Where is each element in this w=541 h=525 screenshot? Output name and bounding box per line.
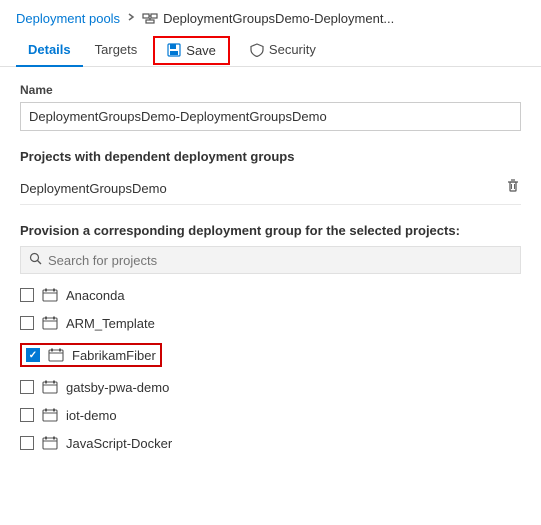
project-item: FabrikamFiber — [20, 340, 521, 370]
save-icon — [167, 43, 181, 57]
tab-bar: Details Targets Save Security — [0, 34, 541, 67]
breadcrumb: Deployment pools DeploymentGroupsDemo-De… — [0, 0, 541, 34]
delete-dependent-button[interactable] — [505, 178, 521, 198]
save-label: Save — [186, 43, 216, 58]
tab-details[interactable]: Details — [16, 34, 83, 67]
breadcrumb-current: DeploymentGroupsDemo-Deployment... — [142, 10, 394, 26]
project-list: Anaconda ARM_Template FabrikamFiber — [20, 284, 521, 454]
name-input[interactable] — [20, 102, 521, 131]
project-checkbox-1[interactable] — [20, 316, 34, 330]
search-box — [20, 246, 521, 274]
breadcrumb-current-label: DeploymentGroupsDemo-Deployment... — [163, 11, 394, 26]
breadcrumb-link[interactable]: Deployment pools — [16, 11, 120, 26]
project-checkbox-5[interactable] — [20, 436, 34, 450]
project-checkbox-0[interactable] — [20, 288, 34, 302]
project-icon-0 — [42, 287, 58, 303]
project-name-1: ARM_Template — [66, 316, 155, 331]
project-name-2: FabrikamFiber — [72, 348, 156, 363]
dependent-project-name: DeploymentGroupsDemo — [20, 181, 167, 196]
security-label: Security — [269, 42, 316, 57]
project-checkbox-4[interactable] — [20, 408, 34, 422]
main-content: Name Projects with dependent deployment … — [0, 67, 541, 470]
project-name-3: gatsby-pwa-demo — [66, 380, 169, 395]
project-icon-1 — [42, 315, 58, 331]
dependent-section-title: Projects with dependent deployment group… — [20, 149, 521, 164]
provision-label: Provision a corresponding deployment gro… — [20, 223, 521, 238]
project-icon-3 — [42, 379, 58, 395]
project-checkbox-3[interactable] — [20, 380, 34, 394]
project-checkbox-2[interactable] — [26, 348, 40, 362]
search-icon — [29, 252, 42, 268]
project-name-4: iot-demo — [66, 408, 117, 423]
project-name-5: JavaScript-Docker — [66, 436, 172, 451]
tab-security[interactable]: Security — [238, 34, 328, 67]
project-icon-4 — [42, 407, 58, 423]
project-item: iot-demo — [20, 404, 521, 426]
name-label: Name — [20, 83, 521, 97]
pool-icon — [142, 10, 158, 26]
project-item: JavaScript-Docker — [20, 432, 521, 454]
dependent-project-row: DeploymentGroupsDemo — [20, 172, 521, 205]
project-icon-5 — [42, 435, 58, 451]
tab-targets[interactable]: Targets — [83, 34, 150, 67]
project-item: Anaconda — [20, 284, 521, 306]
project-icon-2 — [48, 347, 64, 363]
search-input[interactable] — [48, 253, 512, 268]
save-button[interactable]: Save — [153, 36, 230, 65]
shield-icon — [250, 43, 264, 57]
project-name-0: Anaconda — [66, 288, 125, 303]
breadcrumb-separator — [126, 12, 136, 25]
project-item: ARM_Template — [20, 312, 521, 334]
project-item: gatsby-pwa-demo — [20, 376, 521, 398]
